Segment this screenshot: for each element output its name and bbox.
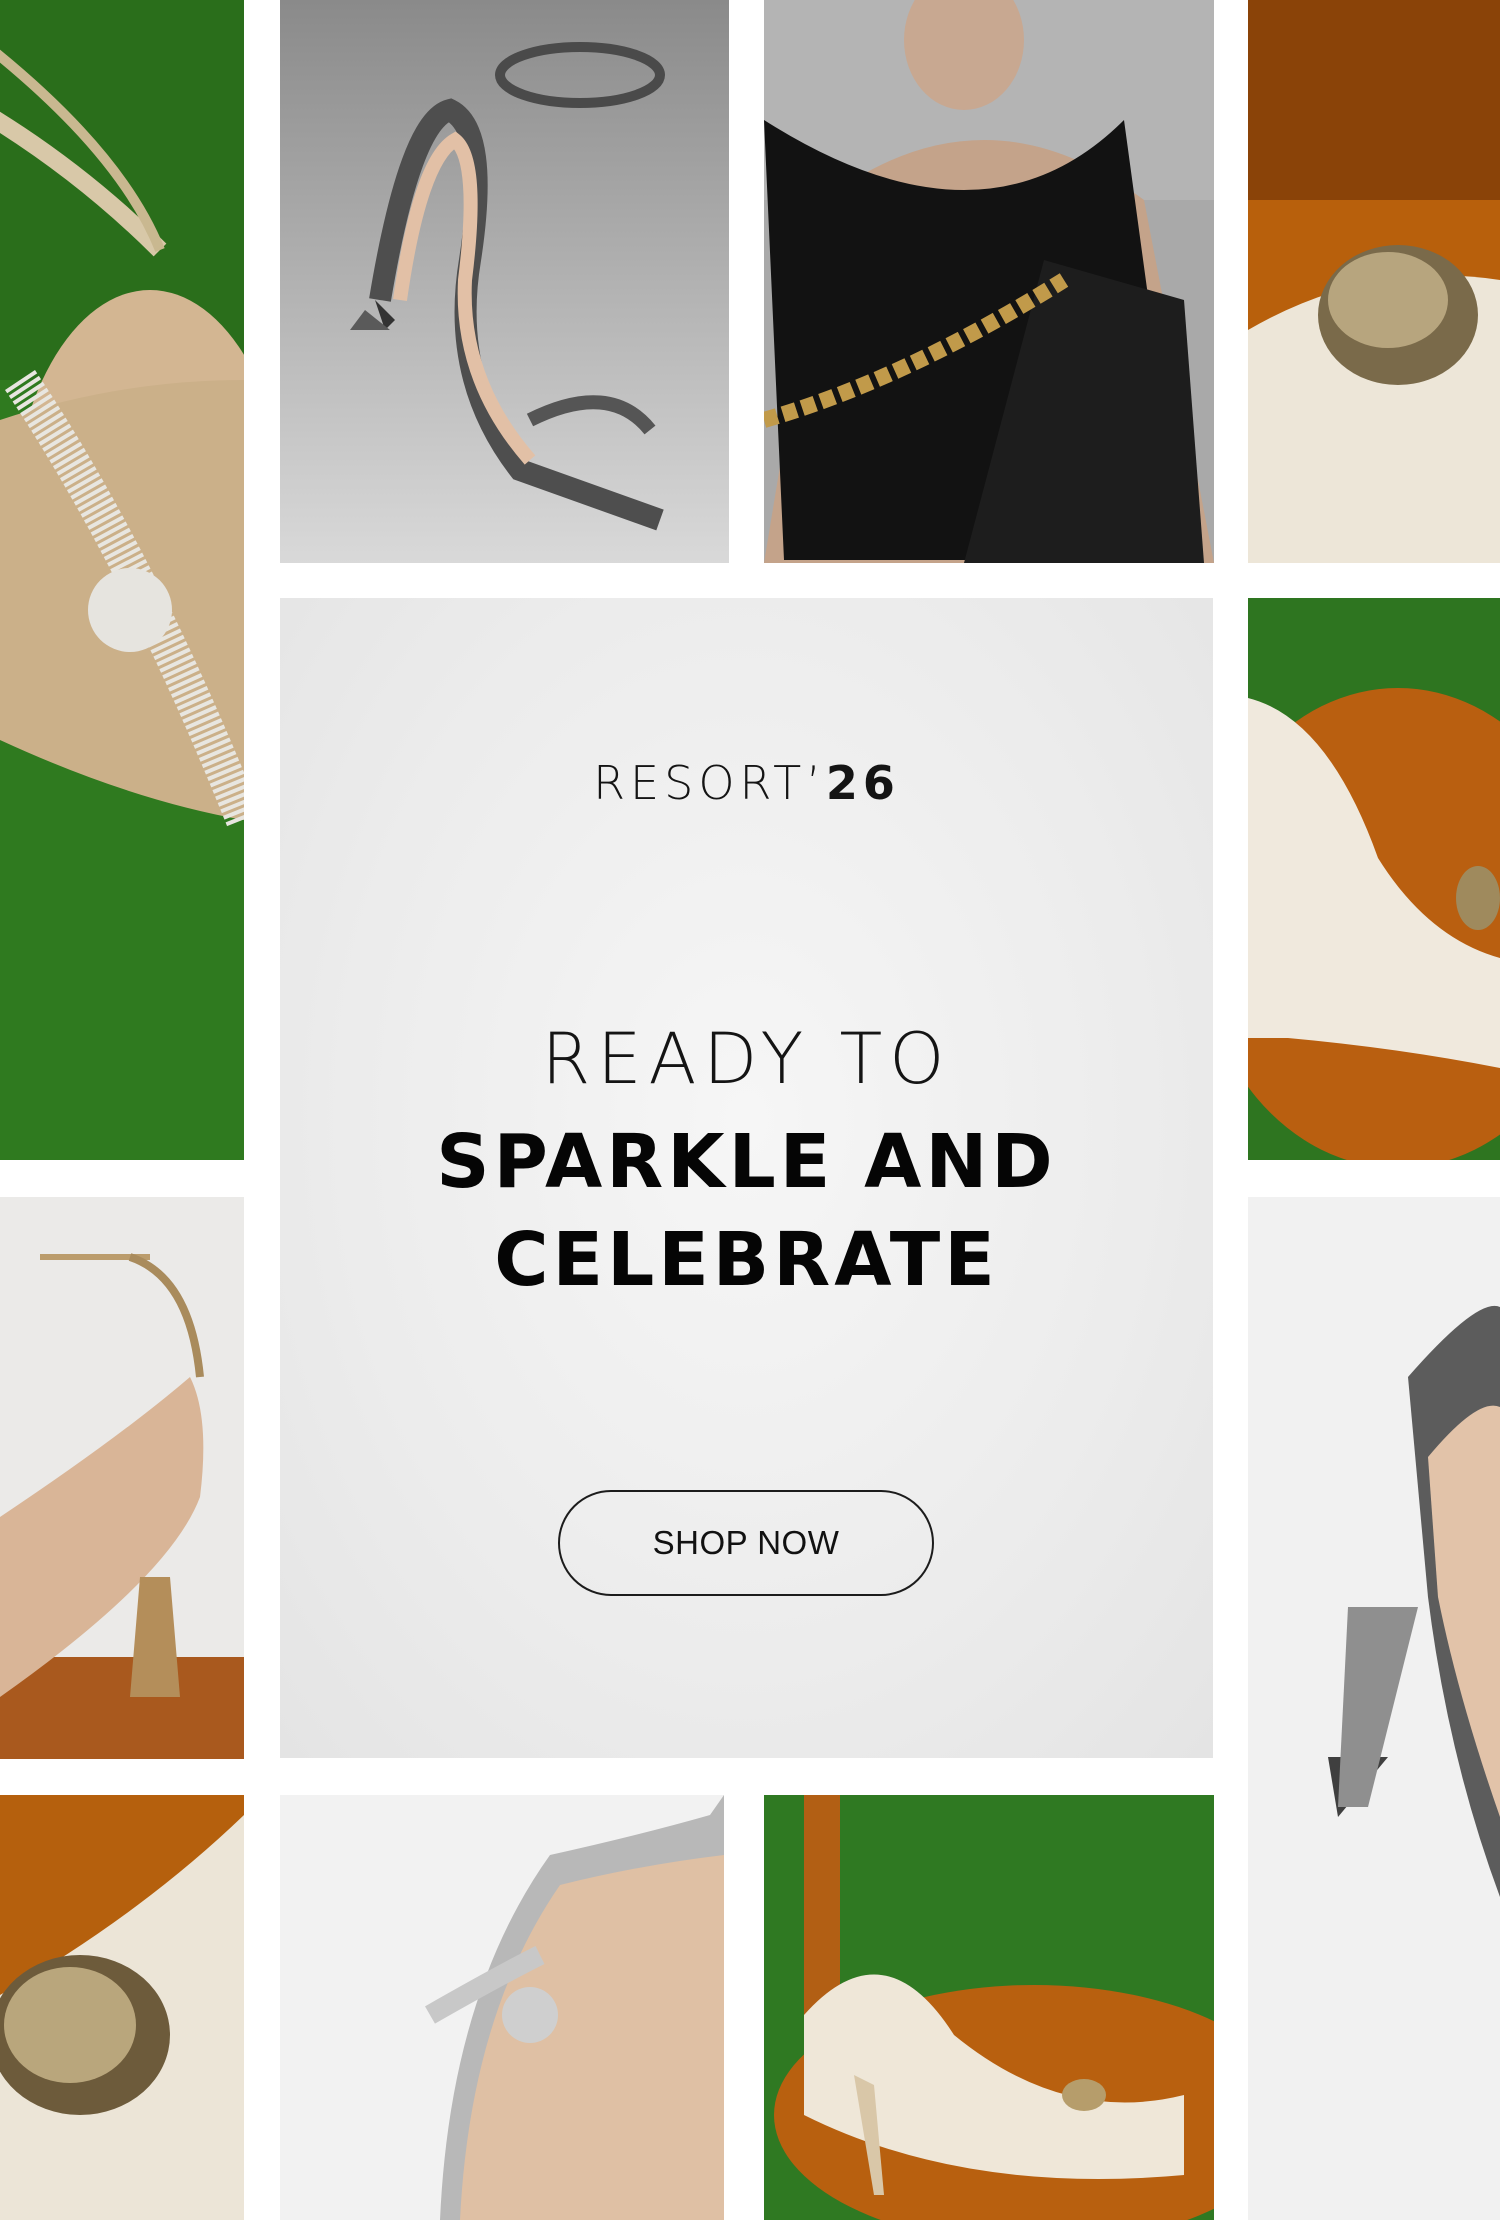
cream-slingback-photo[interactable] (1248, 598, 1500, 1160)
crystal-knot-sandal-photo[interactable] (280, 1795, 724, 2220)
gold-ornament-close-up-photo[interactable] (0, 1795, 244, 2220)
black-quilted-bag-photo[interactable] (764, 0, 1214, 563)
headline-line3: CELEBRATE (494, 1217, 999, 1303)
gold-ornament-pump-photo[interactable] (1248, 0, 1500, 563)
metallic-strap-sandal-photo[interactable] (280, 0, 729, 563)
collection-prefix: RESORT’ (593, 756, 826, 810)
glitter-sandal-photo[interactable] (0, 0, 244, 1160)
metallic-cone-heel-photo[interactable] (1248, 1197, 1500, 2220)
promo-panel: RESORT’26 READY TO SPARKLE AND CELEBRATE… (280, 598, 1213, 1758)
collection-year: 26 (825, 756, 900, 810)
shop-now-button[interactable]: SHOP NOW (558, 1490, 934, 1596)
headline-line2: SPARKLE AND (436, 1119, 1057, 1205)
slingback-on-chair-photo[interactable] (764, 1795, 1214, 2220)
collection-title: RESORT’26 (280, 756, 1213, 810)
gold-ankle-strap-heel-photo[interactable] (0, 1197, 244, 1759)
headline-bold-block: SPARKLE AND CELEBRATE (280, 1113, 1213, 1309)
headline-line1: READY TO (541, 1018, 952, 1100)
